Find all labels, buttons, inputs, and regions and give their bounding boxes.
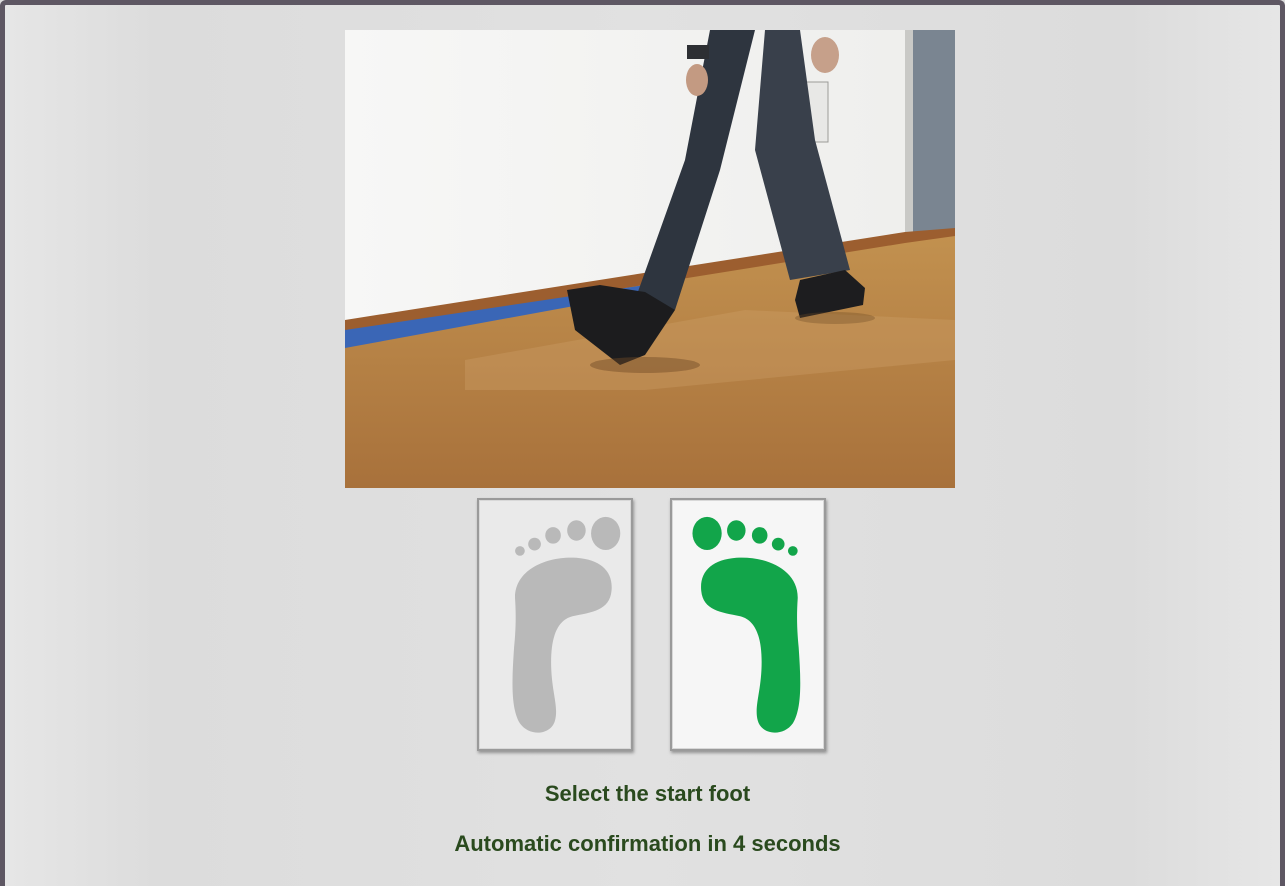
instruction-text: Select the start foot bbox=[544, 781, 751, 806]
app-window: Select the start foot Automatic confirma… bbox=[0, 0, 1285, 886]
video-frame bbox=[345, 30, 955, 488]
left-foot-icon bbox=[512, 516, 621, 733]
left-foot-button[interactable] bbox=[477, 498, 633, 751]
walking-video-feed bbox=[345, 30, 955, 488]
right-foot-icon bbox=[692, 516, 801, 733]
countdown-text: Automatic confirmation in 4 seconds bbox=[454, 831, 841, 856]
right-foot-button[interactable] bbox=[670, 498, 826, 751]
